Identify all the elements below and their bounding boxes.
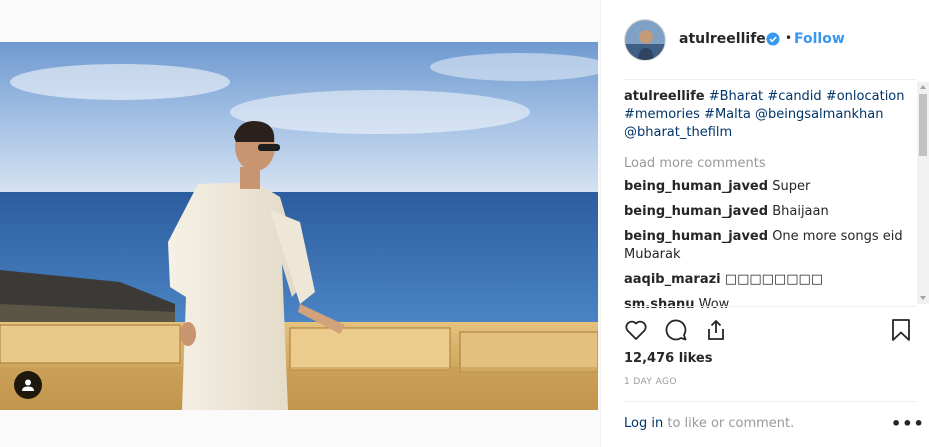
actions-divider <box>624 306 916 307</box>
post-timestamp[interactable]: 1 DAY AGO <box>624 377 677 387</box>
login-prompt-text: to like or comment. <box>667 416 795 431</box>
comment-item: being_human_javed Super <box>624 178 916 196</box>
avatar-image <box>625 20 665 60</box>
user-tag-icon[interactable] <box>14 371 42 399</box>
comment-icon[interactable] <box>664 318 688 342</box>
comments-list: atulreellife #Bharat #candid #onlocation… <box>624 88 916 308</box>
heart-icon[interactable] <box>624 318 648 342</box>
caption-username[interactable]: atulreellife <box>624 89 705 104</box>
comment-text: Bhaijaan <box>772 204 829 219</box>
bookmark-icon[interactable] <box>889 318 913 342</box>
post-photo-drawing <box>0 42 598 410</box>
load-more-comments-button[interactable]: Load more comments <box>624 156 916 171</box>
mention-link[interactable]: @beingsalmankhan <box>755 107 884 122</box>
comment-username[interactable]: aaqib_marazi <box>624 272 721 287</box>
media-column <box>0 0 600 447</box>
user-tag-glyph <box>22 379 34 391</box>
hashtag-link[interactable]: #memories <box>624 107 700 122</box>
comment-text: □□□□□□□□ <box>724 272 824 287</box>
avatar[interactable] <box>624 19 666 61</box>
comment-item: being_human_javed Bhaijaan <box>624 203 916 221</box>
comment-username[interactable]: being_human_javed <box>624 229 768 244</box>
mention-link[interactable]: @bharat_thefilm <box>624 125 732 140</box>
verified-badge-icon <box>766 31 780 46</box>
scroll-down-arrow-icon[interactable] <box>920 296 926 300</box>
share-icon[interactable] <box>704 318 728 342</box>
post-header: atulreellife • Follow <box>601 0 929 80</box>
post-side-panel: atulreellife • Follow atulreellife #Bhar… <box>600 0 929 447</box>
header-divider <box>624 79 916 80</box>
scrollbar-thumb[interactable] <box>919 94 927 156</box>
comment-item: aaqib_marazi □□□□□□□□ <box>624 271 916 289</box>
more-options-button[interactable]: ••• <box>891 414 925 433</box>
hashtag-link[interactable]: #Malta <box>704 107 751 122</box>
scroll-up-arrow-icon[interactable] <box>920 85 926 89</box>
comments-scrollbar[interactable] <box>917 82 929 304</box>
follow-button[interactable]: Follow <box>794 31 845 47</box>
comment-username[interactable]: being_human_javed <box>624 204 768 219</box>
login-prompt: Log in to like or comment. <box>624 416 794 431</box>
header-separator: • <box>785 31 793 45</box>
footer-divider <box>624 401 916 402</box>
hashtag-link[interactable]: #candid <box>767 89 821 104</box>
caption: atulreellife #Bharat #candid #onlocation… <box>624 88 916 142</box>
login-link[interactable]: Log in <box>624 416 663 431</box>
likes-count[interactable]: 12,476 likes <box>624 351 712 366</box>
post-photo[interactable] <box>0 42 598 410</box>
hashtag-link[interactable]: #Bharat <box>709 89 763 104</box>
comment-username[interactable]: being_human_javed <box>624 179 768 194</box>
hashtag-link[interactable]: #onlocation <box>826 89 905 104</box>
comment-item: being_human_javed One more songs eid Mub… <box>624 228 916 264</box>
header-username[interactable]: atulreellife <box>679 31 766 47</box>
comment-text: Super <box>772 179 811 194</box>
